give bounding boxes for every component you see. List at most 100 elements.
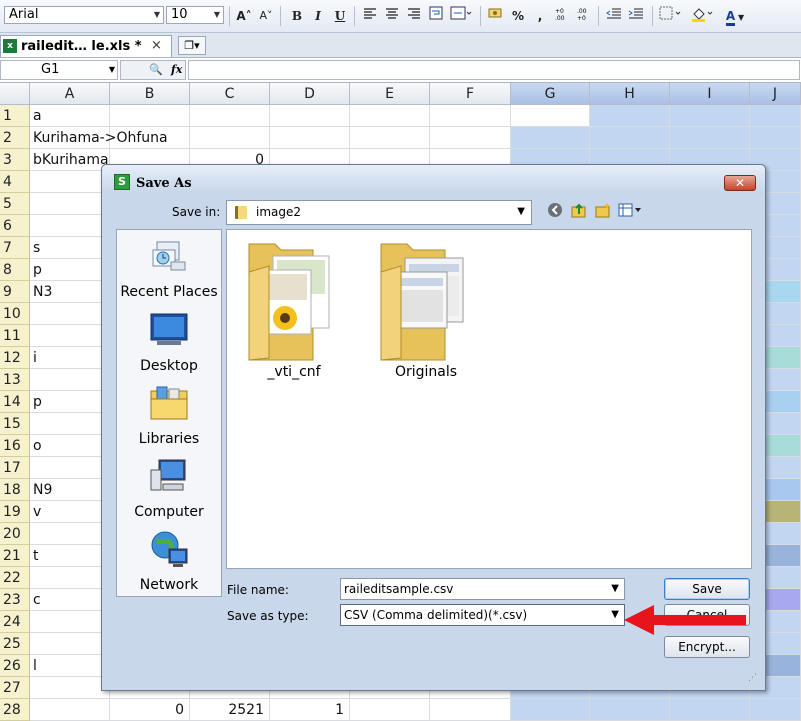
column-header-j[interactable]: J: [750, 83, 801, 105]
bold-icon[interactable]: B: [287, 6, 307, 26]
column-header-h[interactable]: H: [590, 83, 670, 105]
column-header-g[interactable]: G: [511, 83, 590, 105]
row-header-3[interactable]: 3: [0, 149, 30, 171]
back-icon[interactable]: [546, 202, 564, 220]
row-header-15[interactable]: 15: [0, 413, 30, 435]
cell-a23[interactable]: c: [33, 589, 41, 611]
align-left-icon[interactable]: [360, 6, 380, 26]
comma-icon[interactable]: ,: [530, 6, 550, 26]
row-header-5[interactable]: 5: [0, 193, 30, 215]
cell-b28[interactable]: 0: [110, 699, 184, 721]
indent-decrease-icon[interactable]: [604, 6, 624, 26]
indent-increase-icon[interactable]: [626, 6, 646, 26]
font-grow-icon[interactable]: A˄: [234, 6, 254, 26]
function-wizard-icon[interactable]: fx: [171, 63, 182, 76]
new-folder-icon[interactable]: [594, 202, 612, 220]
underline-icon[interactable]: U: [330, 6, 350, 26]
up-folder-icon[interactable]: [570, 202, 588, 220]
row-header-20[interactable]: 20: [0, 523, 30, 545]
file-name-input[interactable]: raileditsample.csv ▼: [340, 578, 625, 600]
row-header-14[interactable]: 14: [0, 391, 30, 413]
font-shrink-icon[interactable]: A˅: [256, 6, 276, 26]
row-header-18[interactable]: 18: [0, 479, 30, 501]
cell-a2[interactable]: Kurihama->Ohfuna: [33, 127, 168, 149]
merge-icon[interactable]: [448, 6, 474, 26]
row-header-26[interactable]: 26: [0, 655, 30, 677]
font-name-combo[interactable]: Arial ▼: [4, 6, 164, 24]
row-header-21[interactable]: 21: [0, 545, 30, 567]
place-recent-places[interactable]: Recent Places: [117, 236, 221, 306]
cell-a14[interactable]: p: [33, 391, 42, 413]
row-header-11[interactable]: 11: [0, 325, 30, 347]
save-button[interactable]: Save: [664, 578, 750, 600]
row-header-22[interactable]: 22: [0, 567, 30, 589]
folder-item[interactable]: _vti_cnf: [239, 236, 349, 380]
row-header-19[interactable]: 19: [0, 501, 30, 523]
cell-a12[interactable]: i: [33, 347, 37, 369]
name-box[interactable]: G1 ▼: [0, 60, 118, 80]
wrap-text-icon[interactable]: [426, 6, 446, 26]
chevron-down-icon[interactable]: ▼: [211, 7, 223, 23]
place-network[interactable]: Network: [117, 529, 221, 599]
row-header-4[interactable]: 4: [0, 171, 30, 193]
row-header-27[interactable]: 27: [0, 677, 30, 699]
place-libraries[interactable]: Libraries: [117, 383, 221, 453]
column-header-a[interactable]: A: [30, 83, 110, 105]
align-right-icon[interactable]: [404, 6, 424, 26]
row-header-28[interactable]: 28: [0, 699, 30, 721]
cell-a8[interactable]: p: [33, 259, 42, 281]
chevron-down-icon[interactable]: ▼: [611, 579, 619, 599]
font-size-combo[interactable]: 10 ▼: [166, 6, 224, 24]
save-in-combo[interactable]: image2 ▼: [226, 200, 532, 225]
row-header-7[interactable]: 7: [0, 237, 30, 259]
row-header-8[interactable]: 8: [0, 259, 30, 281]
column-header-d[interactable]: D: [270, 83, 350, 105]
new-tab-button[interactable]: ❐▾: [178, 36, 206, 55]
column-header-b[interactable]: B: [110, 83, 190, 105]
chevron-down-icon[interactable]: ▼: [611, 605, 619, 625]
align-center-icon[interactable]: [382, 6, 402, 26]
row-header-13[interactable]: 13: [0, 369, 30, 391]
cell-d28[interactable]: 1: [270, 699, 344, 721]
document-tab[interactable]: x railedit… le.xls * ×: [0, 35, 172, 57]
cell-a9[interactable]: N3: [33, 281, 52, 303]
row-header-10[interactable]: 10: [0, 303, 30, 325]
close-tab-icon[interactable]: ×: [151, 38, 162, 53]
resize-grip-icon[interactable]: ⋰: [748, 673, 757, 683]
zoom-icon[interactable]: 🔍: [149, 63, 163, 76]
column-header-i[interactable]: I: [670, 83, 750, 105]
cell-c28[interactable]: 2521: [190, 699, 264, 721]
cell-a1[interactable]: a: [33, 105, 42, 127]
place-desktop[interactable]: Desktop: [117, 310, 221, 380]
dialog-title-bar[interactable]: S Save As ✕: [102, 165, 765, 193]
view-menu-icon[interactable]: [618, 202, 644, 220]
row-header-2[interactable]: 2: [0, 127, 30, 149]
column-header-c[interactable]: C: [190, 83, 270, 105]
row-header-23[interactable]: 23: [0, 589, 30, 611]
row-header-1[interactable]: 1: [0, 105, 30, 127]
cell-a16[interactable]: o: [33, 435, 42, 457]
font-color-icon[interactable]: A ▼: [722, 6, 748, 26]
percent-icon[interactable]: %: [508, 6, 528, 26]
decimal-decrease-icon[interactable]: .00 +0: [574, 6, 594, 26]
chevron-down-icon[interactable]: ▼: [517, 206, 525, 217]
cell-a21[interactable]: t: [33, 545, 39, 567]
cell-a18[interactable]: N9: [33, 479, 52, 501]
select-all-corner[interactable]: [0, 83, 30, 105]
active-cell-g1[interactable]: [511, 105, 590, 126]
cell-a3[interactable]: bKurihama: [33, 149, 109, 171]
close-dialog-button[interactable]: ✕: [724, 175, 756, 191]
cell-a19[interactable]: v: [33, 501, 41, 523]
row-header-9[interactable]: 9: [0, 281, 30, 303]
place-computer[interactable]: Computer: [117, 456, 221, 526]
row-header-24[interactable]: 24: [0, 611, 30, 633]
row-header-12[interactable]: 12: [0, 347, 30, 369]
encrypt-button[interactable]: Encrypt...: [664, 636, 750, 658]
italic-icon[interactable]: I: [308, 6, 328, 26]
column-header-f[interactable]: F: [430, 83, 511, 105]
column-header-e[interactable]: E: [350, 83, 430, 105]
cell-a7[interactable]: s: [33, 237, 40, 259]
file-list-pane[interactable]: _vti_cnf Originals: [226, 229, 752, 569]
borders-icon[interactable]: [658, 6, 684, 26]
decimal-increase-icon[interactable]: +0.00: [552, 6, 572, 26]
